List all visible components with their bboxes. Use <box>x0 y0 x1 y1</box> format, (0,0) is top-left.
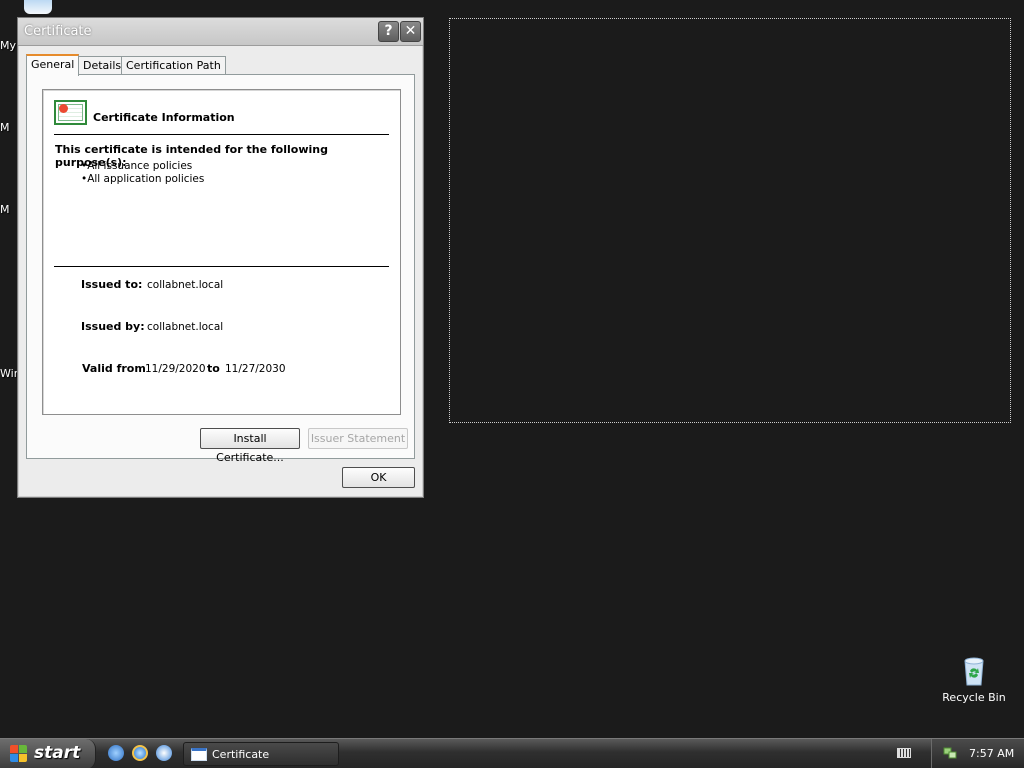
quicklaunch-explorer-icon[interactable] <box>108 745 124 761</box>
windows-logo-icon <box>10 745 28 763</box>
dialog-title: Certificate <box>24 24 92 39</box>
certificate-dialog: Certificate ? ✕ General Details Certific… <box>17 17 424 498</box>
issued-by-label: Issued by: <box>81 320 145 333</box>
help-button[interactable]: ? <box>378 21 399 42</box>
valid-from-value: 11/29/2020 <box>145 363 206 375</box>
desktop-icon-label-m2[interactable]: M <box>0 203 10 216</box>
keyboard-icon[interactable] <box>897 748 911 758</box>
window-icon <box>191 748 207 761</box>
issuer-statement-button[interactable]: Issuer Statement <box>308 428 408 449</box>
purpose-list: All issuance policies All application po… <box>81 160 204 186</box>
close-button[interactable]: ✕ <box>400 21 421 42</box>
dialog-titlebar[interactable]: Certificate ? ✕ <box>18 18 423 46</box>
divider <box>54 266 389 267</box>
start-button[interactable]: start <box>0 739 96 768</box>
close-icon: ✕ <box>404 23 417 39</box>
valid-from-label: Valid from <box>82 362 146 375</box>
valid-to-label: to <box>207 362 220 375</box>
desktop-icon-label-my[interactable]: My <box>0 39 16 52</box>
purpose-item: All application policies <box>81 173 204 186</box>
desktop-selection-rectangle <box>449 18 1011 423</box>
issued-to-label: Issued to: <box>81 278 143 291</box>
desktop-icon-label-m1[interactable]: M <box>0 121 10 134</box>
issued-by-value: collabnet.local <box>147 321 224 333</box>
valid-to-value: 11/27/2030 <box>225 363 286 375</box>
help-icon: ? <box>384 23 393 39</box>
taskbar-button-label: Certificate <box>212 748 270 761</box>
start-label: start <box>34 743 81 763</box>
recycle-bin[interactable]: Recycle Bin <box>942 655 1006 704</box>
recycle-bin-icon <box>964 657 984 686</box>
desktop-icon-label-wir[interactable]: Wir <box>0 367 18 380</box>
quicklaunch-media-player-icon[interactable] <box>156 745 172 761</box>
certificate-info-title: Certificate Information <box>93 111 235 124</box>
purpose-item: All issuance policies <box>81 160 204 173</box>
clock[interactable]: 7:57 AM <box>969 747 1014 760</box>
network-icon[interactable] <box>943 747 957 759</box>
quicklaunch-internet-explorer-icon[interactable] <box>132 745 148 761</box>
certificate-info-box: Certificate Information This certificate… <box>42 89 401 415</box>
install-certificate-button[interactable]: Install Certificate... <box>200 428 300 464</box>
recycle-bin-label: Recycle Bin <box>942 691 1006 704</box>
divider <box>54 134 389 135</box>
certificate-icon <box>54 100 87 125</box>
desktop-icon-partial[interactable] <box>24 0 52 14</box>
taskbar: start Certificate 7:57 AM <box>0 738 1024 768</box>
issued-to-value: collabnet.local <box>147 279 224 291</box>
ok-button[interactable]: OK <box>342 467 415 488</box>
tab-general[interactable]: General <box>26 54 80 76</box>
tab-certification-path[interactable]: Certification Path <box>121 56 226 75</box>
tab-details[interactable]: Details <box>78 56 127 75</box>
general-tab-panel: Certificate Information This certificate… <box>26 74 415 464</box>
taskbar-button-certificate[interactable]: Certificate <box>183 742 339 766</box>
system-tray: 7:57 AM <box>931 739 1024 768</box>
